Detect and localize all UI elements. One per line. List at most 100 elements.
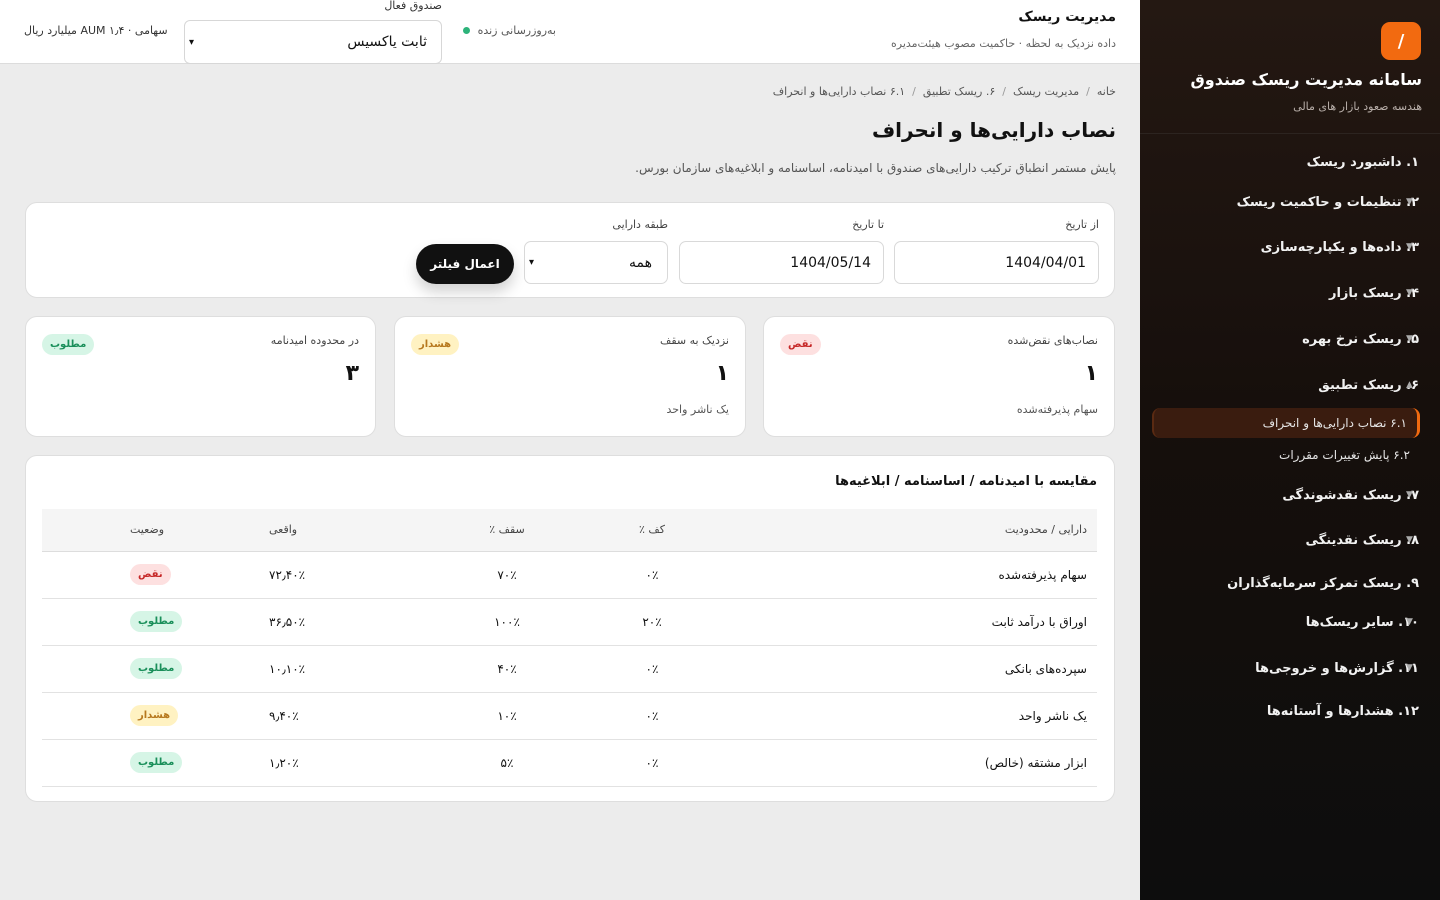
stat-footnote: یک ناشر واحد <box>666 403 729 416</box>
page-description: پایش مستمر انطباق ترکیب دارایی‌های صندوق… <box>635 161 1116 175</box>
sidebar-item-interest-risk[interactable]: ۵. ریسک نرخ بهره ▼ <box>1140 324 1440 354</box>
fund-select[interactable]: ثابت یاکسیس ▾ <box>184 20 442 64</box>
sidebar-item-label: ۱. داشبورد ریسک <box>1306 154 1419 170</box>
stat-card-in-range: در محدوده امیدنامه مطلوب ۳ <box>25 316 376 437</box>
comparison-table: دارایی / محدودیت کف ٪ سقف ٪ واقعی وضعیت … <box>42 509 1097 787</box>
live-status-label: به‌روزرسانی زنده <box>477 24 556 37</box>
status-badge: هشدار <box>130 705 179 726</box>
sidebar-item-dashboard[interactable]: ۱. داشبورد ریسک <box>1140 147 1440 177</box>
from-date-label: از تاریخ <box>1065 218 1099 231</box>
breadcrumb-separator: / <box>1002 85 1006 98</box>
logo[interactable]: / <box>1381 22 1421 60</box>
chevron-down-icon: ▼ <box>1406 334 1413 344</box>
topbar-title: مدیریت ریسک <box>1018 9 1116 25</box>
table-row[interactable]: سهام پذیرفته‌شده ۰٪ ۷۰٪ ۷۲٫۴۰٪ نقض <box>42 551 1097 599</box>
breadcrumb-item-home[interactable]: خانه <box>1097 85 1116 98</box>
column-header-floor[interactable]: کف ٪ <box>577 509 727 552</box>
sidebar-item-label: ۷. ریسک نقدشوندگی <box>1282 487 1419 503</box>
sidebar-item-market-risk[interactable]: ۴. ریسک بازار ▼ <box>1140 278 1440 308</box>
cell-asset: سپرده‌های بانکی <box>727 645 1097 693</box>
sidebar-item-label: ۵. ریسک نرخ بهره <box>1302 331 1419 347</box>
cell-asset: ابزار مشتقه (خالص) <box>727 739 1097 787</box>
app-title: سامانه مدیریت ریسک صندوق <box>1190 70 1423 89</box>
stat-footnote: سهام پذیرفته‌شده <box>1016 403 1098 416</box>
filter-card: از تاریخ 1404/04/01 تا تاریخ 1404/05/14 … <box>25 202 1115 298</box>
sidebar-subitem-regulation-monitor[interactable]: ۶.۲ پایش تغییرات مقررات <box>1152 440 1420 470</box>
sidebar-item-label: ۹. ریسک تمرکز سرمایه‌گذاران <box>1227 575 1419 591</box>
breadcrumb-item-risk[interactable]: مدیریت ریسک <box>1013 85 1079 98</box>
cell-actual: ۹٫۴۰٪ <box>257 692 437 740</box>
sidebar-header: / سامانه مدیریت ریسک صندوق هندسه صعود با… <box>1140 0 1440 134</box>
breadcrumb-separator: / <box>912 85 916 98</box>
cell-status: نقض <box>42 551 257 599</box>
sidebar-item-data[interactable]: ۳. داده‌ها و یکپارچه‌سازی ▼ <box>1140 232 1440 262</box>
table-title: مقایسه با امیدنامه / اساسنامه / ابلاغیه‌… <box>835 474 1097 489</box>
column-header-actual[interactable]: واقعی <box>257 509 437 552</box>
cell-status: هشدار <box>42 692 257 740</box>
table-row[interactable]: اوراق با درآمد ثابت ۲۰٪ ۱۰۰٪ ۳۶٫۵۰٪ مطلو… <box>42 598 1097 646</box>
to-date-input[interactable]: 1404/05/14 <box>679 241 884 284</box>
chevron-down-icon: ▼ <box>1406 535 1413 545</box>
topbar: مدیریت ریسک داده نزدیک به لحظه · حاکمیت … <box>0 0 1140 64</box>
cell-actual: ۱۰٫۱۰٪ <box>257 645 437 693</box>
stat-card-near-cap: نزدیک به سقف هشدار ۱ یک ناشر واحد <box>394 316 746 437</box>
status-badge: هشدار <box>411 334 460 355</box>
status-badge: مطلوب <box>130 611 183 632</box>
table-header-row: دارایی / محدودیت کف ٪ سقف ٪ واقعی وضعیت <box>42 509 1097 552</box>
asset-class-label: طبقه دارایی <box>612 218 668 231</box>
cell-actual: ۱٫۲۰٪ <box>257 739 437 787</box>
breadcrumb-item-compliance[interactable]: ۶. ریسک تطبیق <box>923 85 995 98</box>
breadcrumb-separator: / <box>1086 85 1090 98</box>
fund-select-value: ثابت یاکسیس <box>347 34 427 50</box>
table-row[interactable]: ابزار مشتقه (خالص) ۰٪ ۵٪ ۱٫۲۰٪ مطلوب <box>42 739 1097 787</box>
from-date-value: 1404/04/01 <box>1005 254 1086 271</box>
sidebar-item-label: ۲. تنظیمات و حاکمیت ریسک <box>1236 194 1419 210</box>
from-date-input[interactable]: 1404/04/01 <box>894 241 1099 284</box>
aum-info: سهامی · AUM ۱٫۴ میلیارد ریال <box>24 24 168 37</box>
column-header-cap[interactable]: سقف ٪ <box>437 509 577 552</box>
status-badge: نقض <box>780 334 821 355</box>
stat-label: در محدوده امیدنامه <box>270 334 359 347</box>
chevron-down-icon: ▼ <box>1406 617 1413 627</box>
stat-label: نصاب‌های نقض‌شده <box>1007 334 1098 347</box>
table-row[interactable]: سپرده‌های بانکی ۰٪ ۴۰٪ ۱۰٫۱۰٪ مطلوب <box>42 645 1097 693</box>
column-header-asset[interactable]: دارایی / محدودیت <box>727 509 1097 552</box>
stat-label: نزدیک به سقف <box>659 334 729 347</box>
live-dot-icon <box>462 27 470 34</box>
cell-floor: ۰٪ <box>577 739 727 787</box>
stat-value: ۱ <box>715 361 729 386</box>
sidebar-item-alerts[interactable]: ۱۲. هشدارها و آستانه‌ها <box>1140 696 1440 726</box>
sidebar-item-cash-risk[interactable]: ۸. ریسک نقدینگی ▼ <box>1140 525 1440 555</box>
sidebar: / سامانه مدیریت ریسک صندوق هندسه صعود با… <box>1140 0 1440 900</box>
chevron-down-icon: ▼ <box>1406 242 1413 252</box>
apply-filter-button[interactable]: اعمال فیلتر <box>416 244 514 284</box>
sidebar-item-label: ۱۲. هشدارها و آستانه‌ها <box>1266 703 1419 719</box>
cell-cap: ۷۰٪ <box>437 551 577 599</box>
cell-floor: ۲۰٪ <box>577 598 727 646</box>
chevron-down-icon: ▼ <box>1406 197 1413 207</box>
status-badge: مطلوب <box>42 334 95 355</box>
sidebar-item-label: ۱۱. گزارش‌ها و خروجی‌ها <box>1255 660 1419 676</box>
sidebar-item-liquidity[interactable]: ۷. ریسک نقدشوندگی ▼ <box>1140 480 1440 510</box>
app-subtitle: هندسه صعود بازار های مالی <box>1293 100 1422 113</box>
cell-status: مطلوب <box>42 645 257 693</box>
cell-cap: ۱۰۰٪ <box>437 598 577 646</box>
table-row[interactable]: یک ناشر واحد ۰٪ ۱۰٪ ۹٫۴۰٪ هشدار <box>42 692 1097 740</box>
chevron-down-icon: ▼ <box>1406 288 1413 298</box>
main-content: خانه / مدیریت ریسک / ۶. ریسک تطبیق / ۶.۱… <box>0 64 1140 900</box>
sidebar-item-other-risks[interactable]: ۱۰. سایر ریسک‌ها ▼ <box>1140 607 1440 637</box>
asset-class-select[interactable]: همه ▾ <box>524 241 668 284</box>
sidebar-item-compliance-risk[interactable]: ۶. ریسک تطبیق ▲ <box>1140 370 1440 400</box>
cell-actual: ۷۲٫۴۰٪ <box>257 551 437 599</box>
sidebar-subitem-asset-quota[interactable]: ۶.۱ نصاب دارایی‌ها و انحراف <box>1152 408 1420 438</box>
sidebar-item-concentration[interactable]: ۹. ریسک تمرکز سرمایه‌گذاران <box>1140 568 1440 598</box>
chevron-down-icon: ▼ <box>1406 490 1413 500</box>
cell-cap: ۵٪ <box>437 739 577 787</box>
sidebar-item-governance[interactable]: ۲. تنظیمات و حاکمیت ریسک ▼ <box>1140 187 1440 217</box>
status-badge: نقض <box>130 564 171 585</box>
cell-cap: ۱۰٪ <box>437 692 577 740</box>
sidebar-item-reports[interactable]: ۱۱. گزارش‌ها و خروجی‌ها ▼ <box>1140 653 1440 683</box>
cell-status: مطلوب <box>42 739 257 787</box>
column-header-status[interactable]: وضعیت <box>42 509 257 552</box>
sidebar-item-label: ۶.۲ پایش تغییرات مقررات <box>1279 448 1410 462</box>
